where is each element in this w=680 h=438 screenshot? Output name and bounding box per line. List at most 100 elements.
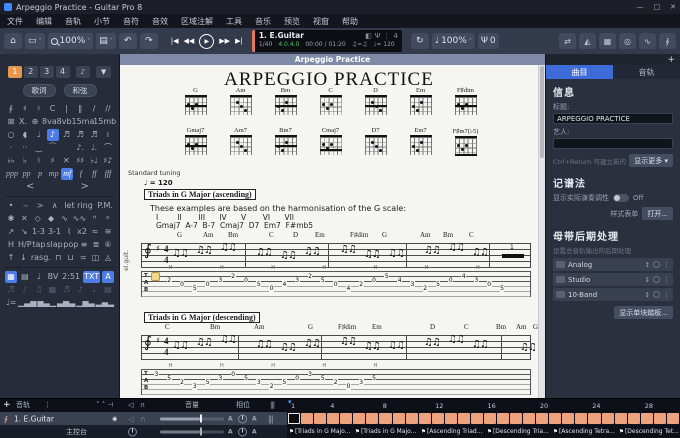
measure-block[interactable] xyxy=(379,413,391,425)
palette-cell[interactable]: ◬ xyxy=(102,252,114,264)
close-button[interactable]: ✕ xyxy=(670,3,676,11)
menu-item[interactable]: 小节 xyxy=(94,16,110,27)
palette-cell[interactable]: ♪ xyxy=(47,129,59,141)
palette-cell[interactable]: > xyxy=(34,200,46,212)
palette-cell[interactable]: ✕ xyxy=(18,213,30,225)
palette-cell[interactable]: 8vb xyxy=(56,116,71,128)
track-row[interactable]: ∮ 1. E.Guitar ◉ ◁ ∩ A A ||| xyxy=(0,412,287,426)
palette-cell[interactable]: ⌢ xyxy=(20,200,32,212)
palette-cell[interactable]: ♭ xyxy=(19,155,31,167)
palette-cell[interactable]: f xyxy=(75,168,87,180)
palette-cell[interactable]: 3-1 xyxy=(47,226,62,238)
measure-block[interactable] xyxy=(432,413,444,425)
loop-button[interactable]: ↻ xyxy=(411,33,429,49)
score-scrollbar[interactable] xyxy=(538,65,545,398)
palette-cell[interactable]: ≈ xyxy=(89,226,101,238)
palette-cell[interactable]: ▦ xyxy=(47,284,59,296)
add-panel-button[interactable]: + xyxy=(667,55,675,65)
menu-item[interactable]: 音轨 xyxy=(65,16,81,27)
palette-cell[interactable]: ◆ xyxy=(45,213,57,225)
tracks-menu-icon[interactable]: ⋮ xyxy=(44,401,51,409)
display-mode-button[interactable]: ▭˅ xyxy=(25,33,45,49)
palette-cell[interactable]: ≀ xyxy=(102,129,114,141)
palette-cell[interactable]: ⊓ xyxy=(52,252,64,264)
palette-cell[interactable]: ♯ xyxy=(47,155,59,167)
scrollbar-thumb[interactable] xyxy=(540,66,544,158)
palette-cell[interactable]: ▤ xyxy=(19,271,31,283)
palette-cell[interactable]: ↓ xyxy=(17,252,29,264)
measure-block[interactable] xyxy=(406,413,418,425)
palette-cell[interactable]: 15mb xyxy=(92,116,114,128)
relative-speed-control[interactable]: ♩100%˅ xyxy=(432,33,475,49)
palette-cell[interactable]: 2:51 xyxy=(61,271,81,283)
palette-cell[interactable]: ↗ xyxy=(5,226,17,238)
palette-cell[interactable]: mp xyxy=(48,168,60,180)
measure-block[interactable] xyxy=(641,413,653,425)
measure-block[interactable] xyxy=(458,413,470,425)
track-display[interactable]: 1. E.Guitar ◧ Ψ ⋮ 4 1/40 4.0.4.0 00:00 /… xyxy=(252,30,402,52)
palette-cell[interactable]: ○ xyxy=(5,129,17,141)
palette-cell[interactable]: ♩ xyxy=(33,271,45,283)
palette-cell[interactable]: / xyxy=(88,103,100,115)
palette-cell[interactable]: ♯♪ xyxy=(102,155,114,167)
measure-block[interactable] xyxy=(549,413,561,425)
palette-cell[interactable]: ♪ xyxy=(74,284,86,296)
menu-item[interactable]: 区域注解 xyxy=(181,16,213,27)
visibility-eye-icon[interactable]: ◉ xyxy=(112,415,117,422)
palette-cell[interactable]: // xyxy=(102,103,114,115)
palette-cell[interactable]: ▁▅▃ xyxy=(75,297,94,309)
palette-cell[interactable]: ⑥ xyxy=(102,239,114,251)
palette-cell[interactable]: ◇ xyxy=(32,213,44,225)
palette-cell[interactable]: ♪ xyxy=(19,284,31,296)
palette-cell[interactable]: ♫ xyxy=(33,284,45,296)
palette-cell[interactable]: ∮ xyxy=(5,103,17,115)
measure-block[interactable] xyxy=(419,413,431,425)
mute-icon[interactable]: ◁ xyxy=(128,414,134,423)
palette-cell[interactable]: pop xyxy=(62,239,78,251)
palette-cell[interactable]: ·· xyxy=(19,142,31,154)
voice-button-4[interactable]: 4 xyxy=(56,66,70,78)
menu-item[interactable]: 音乐 xyxy=(255,16,271,27)
artist-input[interactable] xyxy=(553,138,673,149)
preset-stepper-icon[interactable]: ↕ xyxy=(645,291,650,299)
measure-block[interactable] xyxy=(615,413,627,425)
zoom-control[interactable]: 100%˅ xyxy=(48,33,94,49)
play-button[interactable]: ▶ xyxy=(199,34,214,49)
menu-item[interactable]: 视窗 xyxy=(313,16,329,27)
palette-cell[interactable]: slap xyxy=(45,239,62,251)
measure-block[interactable] xyxy=(588,413,600,425)
palette-cell[interactable]: P.M. xyxy=(96,200,114,212)
palette-cell[interactable]: < xyxy=(5,181,60,193)
song-title-input[interactable] xyxy=(553,113,673,124)
palette-cell[interactable]: ↑ xyxy=(5,252,17,264)
power-toggle-icon[interactable] xyxy=(653,291,660,298)
volume-automation-badge[interactable]: A xyxy=(228,415,233,422)
measure-block[interactable] xyxy=(301,413,313,425)
master-volume-slider[interactable] xyxy=(160,430,224,433)
measure-block[interactable] xyxy=(353,413,365,425)
drum-view-toggle[interactable]: ◎ xyxy=(619,33,636,49)
measure-block[interactable] xyxy=(445,413,457,425)
measure-block[interactable] xyxy=(536,413,548,425)
menu-item[interactable]: 音符 xyxy=(123,16,139,27)
document-tab-bar[interactable]: Arpeggio Practice xyxy=(120,54,545,65)
palette-cell[interactable]: 1-3 xyxy=(31,226,46,238)
palette-cell[interactable]: ♯♯ xyxy=(74,155,86,167)
measure-block[interactable] xyxy=(314,413,326,425)
maximize-button[interactable]: □ xyxy=(654,3,661,11)
master-row[interactable]: 主控台 A A xyxy=(0,425,287,438)
palette-cell[interactable]: ♯ xyxy=(19,103,31,115)
palette-cell[interactable]: ♮ xyxy=(33,155,45,167)
measure-block[interactable] xyxy=(327,413,339,425)
palette-cell[interactable]: 15ma xyxy=(70,116,92,128)
row-menu-icon[interactable]: ⋮ xyxy=(663,291,670,299)
collapse-icons[interactable]: ˅ ˄ ⊣ xyxy=(96,401,114,409)
palette-cell[interactable]: x2 xyxy=(76,226,88,238)
palette-cell[interactable]: ♬ xyxy=(74,129,86,141)
pan-automation-badge[interactable]: A xyxy=(252,415,257,422)
palette-cell[interactable]: ⊔ xyxy=(65,252,77,264)
amp-icon[interactable]: ◧ xyxy=(365,32,372,40)
palette-cell[interactable]: p xyxy=(34,168,46,180)
track-volume-slider[interactable] xyxy=(160,417,224,420)
tuner-icon[interactable]: Ψ xyxy=(375,32,381,40)
